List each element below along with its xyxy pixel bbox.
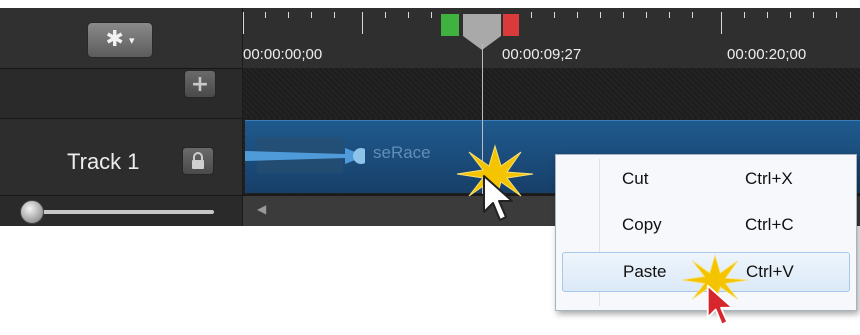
mouse-cursor-icon [706, 284, 734, 326]
playhead-handle[interactable] [463, 14, 501, 36]
clip-label: seRace [373, 143, 431, 162]
zoom-slider[interactable] [0, 196, 242, 226]
lock-track-button[interactable] [182, 147, 214, 175]
ruler-tick [408, 12, 409, 18]
ruler-tick [646, 12, 647, 18]
ruler-tick [623, 12, 624, 18]
ruler-tick [531, 12, 532, 18]
scroll-left-icon[interactable]: ◀ [257, 202, 266, 216]
ruler-tick [334, 12, 335, 18]
menu-item-shortcut: Ctrl+C [745, 215, 794, 234]
empty-track-area [243, 68, 860, 118]
ruler-tick [744, 12, 745, 18]
settings-button[interactable]: ✱ ▾ [87, 22, 153, 58]
lock-icon [192, 152, 204, 169]
ruler-tick [836, 12, 837, 18]
ruler-time-label: 00:00:09;27 [502, 46, 582, 63]
ruler-tick [721, 12, 722, 34]
track-name: Track 1 [67, 149, 140, 174]
menu-item-shortcut: Ctrl+X [745, 169, 793, 188]
menu-item-cut[interactable]: Cut Ctrl+X [562, 160, 850, 200]
timeline-toolbar: ✱ ▾ [0, 8, 242, 69]
track-header: Track 1 [0, 118, 242, 196]
ruler-tick [554, 12, 555, 18]
menu-item-label: Cut [622, 169, 649, 188]
transition-arrow-icon [245, 148, 365, 164]
menu-item-copy[interactable]: Copy Ctrl+C [562, 206, 850, 246]
ruler-tick [243, 12, 244, 34]
ruler-tick [431, 12, 432, 18]
ruler-tick [790, 12, 791, 18]
in-point-handle[interactable] [441, 14, 459, 36]
ruler-tick [577, 12, 578, 18]
ruler-tick [669, 12, 670, 18]
ruler-tick [362, 12, 363, 34]
ruler-tick [692, 12, 693, 18]
ruler-tick [385, 12, 386, 18]
time-ruler[interactable]: 00:00:00;00 00:00:09;27 00:00:20;00 [243, 8, 860, 68]
mouse-cursor-icon [483, 175, 513, 221]
add-track-button[interactable]: + [184, 70, 216, 98]
chevron-down-icon: ▾ [128, 33, 135, 47]
ruler-tick [265, 12, 266, 18]
ruler-time-label: 00:00:00;00 [243, 46, 323, 63]
out-point-handle[interactable] [503, 14, 519, 36]
ruler-tick [311, 12, 312, 18]
track-header-column: ✱ ▾ + Track 1 [0, 8, 242, 226]
zoom-slider-track [30, 210, 214, 214]
ruler-tick [767, 12, 768, 18]
plus-icon: + [190, 71, 210, 97]
menu-item-label: Paste [623, 262, 667, 281]
zoom-slider-thumb[interactable] [20, 200, 44, 224]
ruler-time-label: 00:00:20;00 [727, 46, 807, 63]
ruler-tick [813, 12, 814, 18]
menu-item-label: Copy [622, 215, 662, 234]
ruler-tick [288, 12, 289, 18]
ruler-tick [600, 12, 601, 18]
gear-icon: ✱ [105, 27, 124, 52]
menu-item-shortcut: Ctrl+V [746, 262, 794, 281]
